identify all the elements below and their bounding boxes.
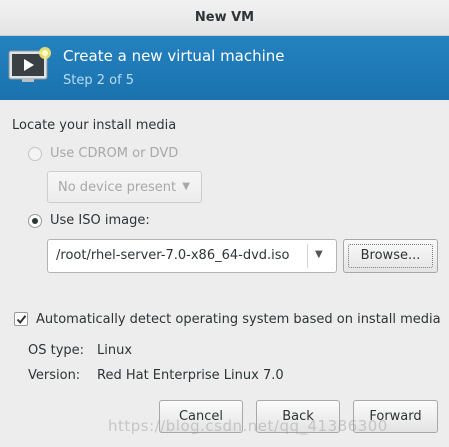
os-type-label: OS type: [28,343,85,358]
chevron-down-icon: ▼ [182,181,190,192]
forward-button[interactable]: Forward [353,400,438,433]
wizard-header: Create a new virtual machine Step 2 of 5 [0,36,449,100]
install-media-heading: Locate your install media [12,118,177,133]
auto-detect-checkbox[interactable] [14,312,28,326]
wizard-title: Create a new virtual machine [63,47,285,65]
version-value: Red Hat Enterprise Linux 7.0 [97,368,284,383]
iso-radio-label: Use ISO image: [50,213,150,228]
chevron-down-icon[interactable]: ▼ [315,249,323,260]
combo-separator [307,244,308,268]
window-title: New VM [194,10,255,25]
cdrom-radio-button[interactable] [28,147,42,161]
watermark-text: https://blog.csdn.net/qq_41386300 [108,417,388,435]
auto-detect-label: Automatically detect operating system ba… [36,312,441,327]
focus-ring [348,244,433,268]
os-type-value: Linux [97,343,133,358]
cdrom-device-dropdown[interactable]: No device present ▼ [47,171,202,203]
iso-path-input[interactable]: /root/rhel-server-7.0-x86_64-dvd.iso [56,248,306,263]
iso-radio-button[interactable] [28,214,42,228]
cancel-button[interactable]: Cancel [159,400,243,433]
cdrom-radio-label: Use CDROM or DVD [50,146,179,161]
radio-selected-dot [32,218,38,224]
cdrom-device-value: No device present [58,180,177,195]
back-button[interactable]: Back [256,400,340,433]
version-label: Version: [28,368,81,383]
checkmark-icon [16,315,27,325]
iso-path-combo[interactable]: /root/rhel-server-7.0-x86_64-dvd.iso ▼ [47,239,337,273]
title-bar: New VM [0,0,449,36]
wizard-step-indicator: Step 2 of 5 [63,73,135,88]
browse-button[interactable]: Browse... [343,239,438,273]
monitor-new-vm-icon [8,46,52,86]
